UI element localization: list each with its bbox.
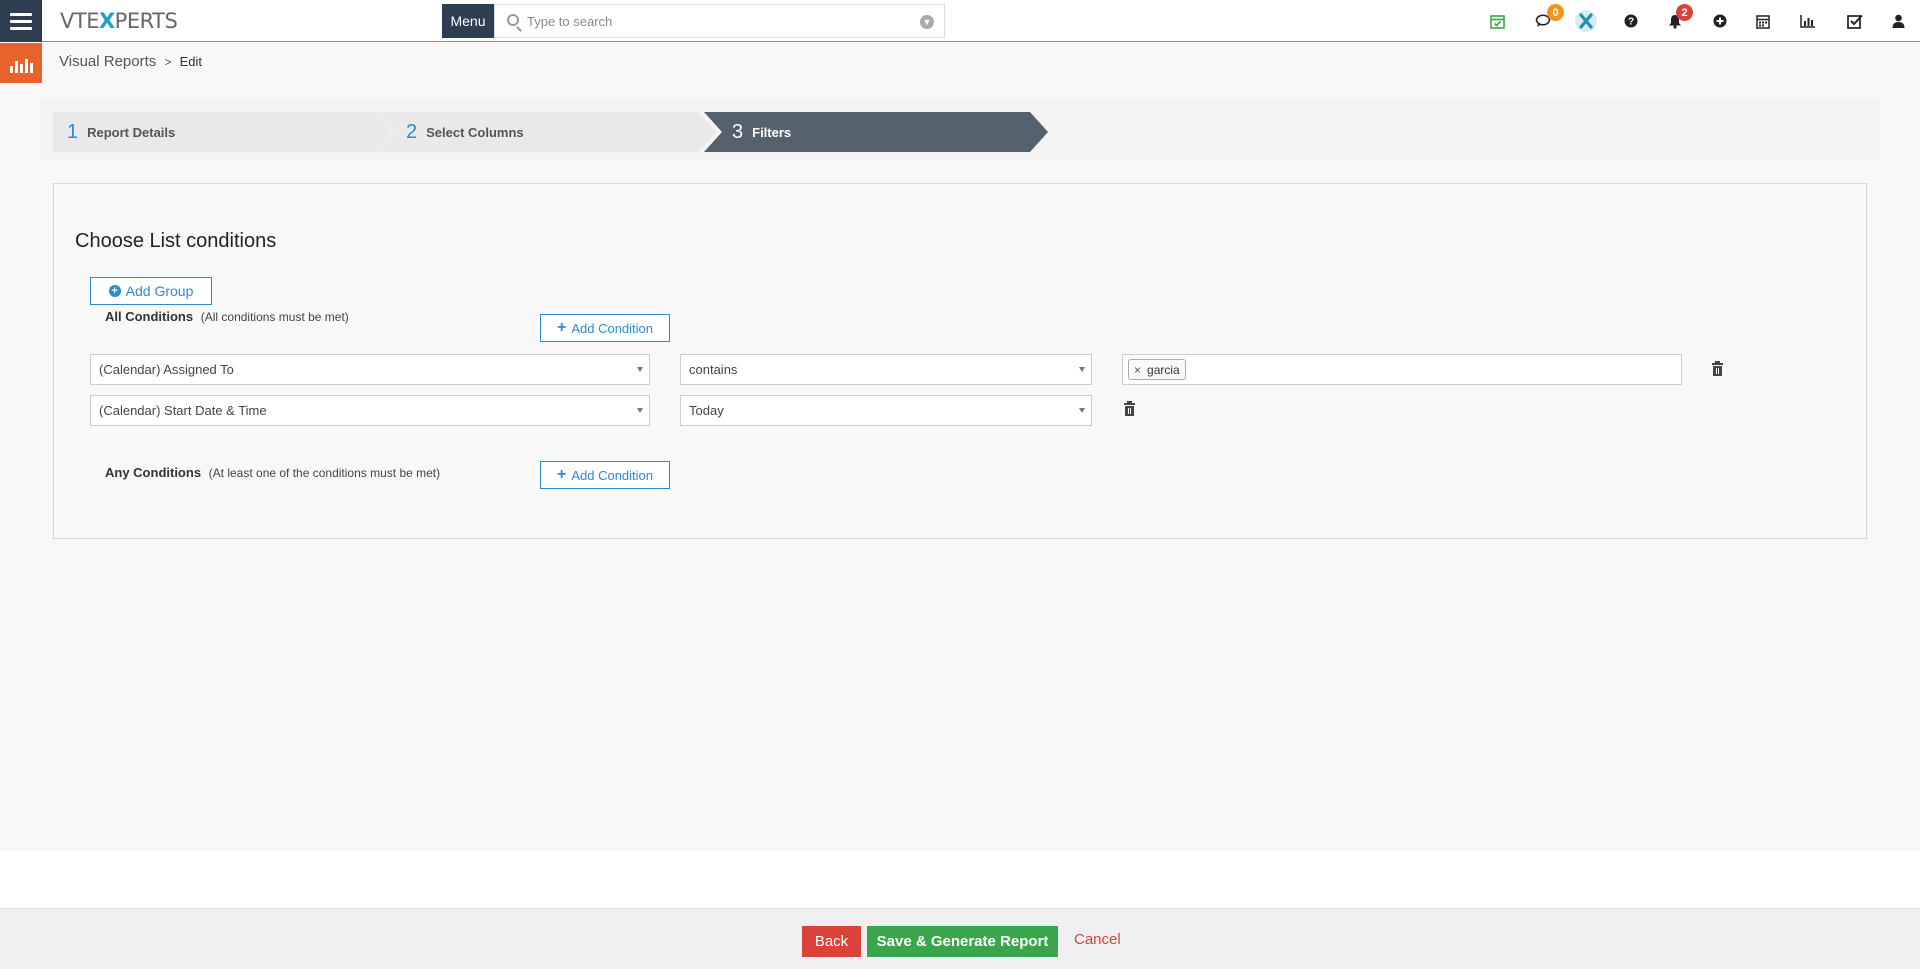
quick-create-plus-icon[interactable] [1707,8,1733,34]
step-label: Select Columns [426,124,524,140]
all-conditions-hint: (All conditions must be met) [200,310,349,324]
plus-icon: + [556,466,567,483]
condition-operator-value: contains [689,362,738,377]
user-profile-icon[interactable] [1885,8,1911,34]
search-icon [507,14,519,26]
breadcrumb: Visual Reports > Edit [59,53,202,70]
vtexperts-x-icon[interactable] [1573,8,1599,34]
value-tag-label: garcia [1147,362,1180,377]
menu-button[interactable]: Menu [442,4,494,38]
logo[interactable]: VTEXPERTS [60,9,178,33]
svg-text:?: ? [1628,17,1634,28]
wizard-step-filters[interactable]: 3 Filters [704,112,1048,152]
condition-field-value: (Calendar) Assigned To [99,362,234,377]
all-conditions-label: All Conditions (All conditions must be m… [105,309,349,324]
module-header: Visual Reports > Edit [0,43,1920,83]
chat-icon[interactable]: 0 [1530,4,1564,34]
notifications-badge: 2 [1676,4,1693,21]
add-condition-label: Add Condition [571,320,653,336]
dropdown-arrow-icon [1079,408,1085,413]
step-label: Report Details [87,124,176,140]
main-content: 1 Report Details 2 Select Columns 3 Filt… [0,83,1920,851]
add-group-label: Add Group [125,283,194,299]
step-label: Filters [752,124,792,140]
any-conditions-title: Any Conditions [105,465,202,480]
wizard-steps: 1 Report Details 2 Select Columns 3 Filt… [40,98,1880,160]
value-tag: × garcia [1128,359,1186,380]
filter-conditions-panel: Choose List conditions + Add Group All C… [53,183,1867,539]
dropdown-arrow-icon [637,367,643,372]
dropdown-arrow-icon [637,408,643,413]
add-any-condition-button[interactable]: + Add Condition [540,461,670,489]
condition-field-value: (Calendar) Start Date & Time [99,403,267,418]
any-conditions-hint: (At least one of the conditions must be … [208,466,441,480]
back-button[interactable]: Back [802,926,861,957]
logo-text-prefix: VTE [60,9,99,33]
tasks-checkbox-icon[interactable] [1842,8,1868,34]
logo-text-suffix: PERTS [114,9,178,33]
notifications-bell-icon[interactable]: 2 [1662,4,1693,34]
breadcrumb-module[interactable]: Visual Reports [59,53,156,70]
delete-condition-trash-icon[interactable] [1124,401,1135,416]
breadcrumb-separator: > [164,55,172,69]
logo-text-x: X [98,9,115,33]
top-bar: VTEXPERTS Menu ▼ 0 ? 2 [0,0,1920,42]
breadcrumb-page: Edit [179,54,203,69]
calendar-check-icon[interactable] [1484,8,1510,34]
reports-chart-icon[interactable] [1795,8,1821,34]
plus-icon: + [556,319,567,336]
search-input[interactable] [527,11,907,31]
condition-value-input[interactable]: × garcia [1122,354,1682,385]
condition-operator-value: Today [689,403,724,418]
cancel-link[interactable]: Cancel [1074,931,1121,948]
save-generate-report-button[interactable]: Save & Generate Report [867,926,1058,957]
dropdown-arrow-icon [1079,367,1085,372]
help-icon[interactable]: ? [1618,8,1644,34]
visual-reports-module-icon[interactable] [0,43,42,83]
step-number: 3 [732,120,744,143]
add-all-condition-button[interactable]: + Add Condition [540,314,670,342]
add-group-button[interactable]: + Add Group [90,277,212,305]
chat-badge: 0 [1547,4,1564,21]
condition-field-select[interactable]: (Calendar) Assigned To [90,354,650,385]
any-conditions-label: Any Conditions (At least one of the cond… [105,465,440,480]
step-number: 2 [406,120,418,143]
condition-field-select[interactable]: (Calendar) Start Date & Time [90,395,650,426]
step-number: 1 [67,120,79,143]
plus-circle-icon: + [108,285,121,297]
delete-condition-trash-icon[interactable] [1712,361,1723,376]
search-options-chevron-icon[interactable]: ▼ [920,15,934,29]
wizard-step-report-details[interactable]: 1 Report Details [53,112,393,152]
add-condition-label: Add Condition [571,467,653,483]
remove-tag-icon[interactable]: × [1134,363,1141,377]
condition-operator-select[interactable]: contains [680,354,1092,385]
hamburger-menu-icon[interactable] [0,0,42,42]
wizard-step-select-columns[interactable]: 2 Select Columns [376,112,716,152]
all-conditions-title: All Conditions [105,309,194,324]
calendar-icon[interactable] [1750,8,1776,34]
condition-operator-select[interactable]: Today [680,395,1092,426]
footer-actions: Back Save & Generate Report Cancel [0,908,1920,969]
global-search: ▼ [494,4,945,38]
panel-title: Choose List conditions [75,230,277,252]
